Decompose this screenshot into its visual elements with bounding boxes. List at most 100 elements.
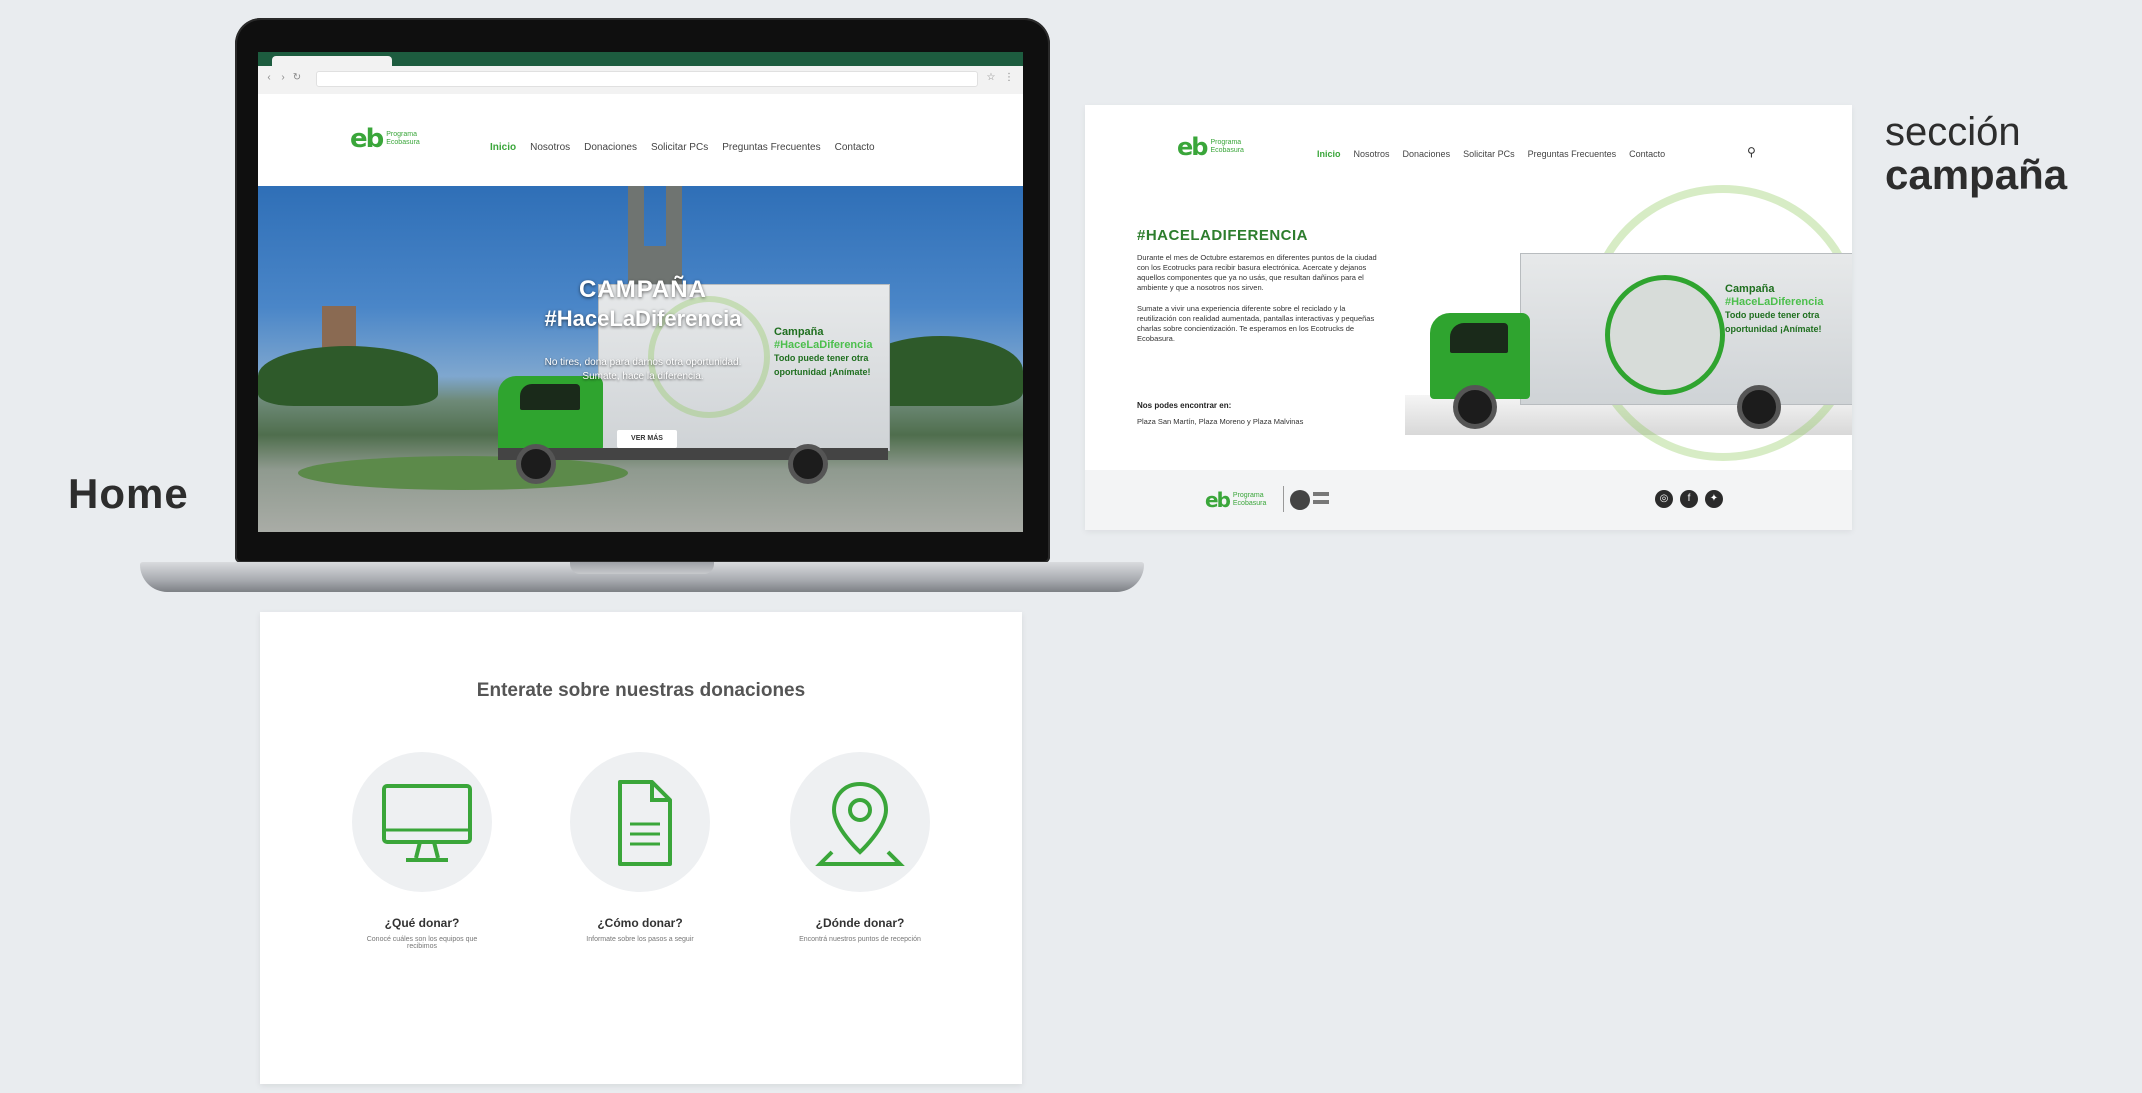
campaign-truck-rear-wheel	[1737, 385, 1781, 429]
nav-item-contacto[interactable]: Contacto	[1629, 149, 1665, 159]
donation-card-circle	[352, 752, 492, 892]
logo-text-line1: Programa	[1232, 492, 1264, 500]
partner-logo-line	[1313, 500, 1329, 504]
section-label-line2: campaña	[1885, 151, 2068, 198]
nav-item-nosotros[interactable]: Nosotros	[1354, 149, 1390, 159]
donation-card-where[interactable]: ¿Dónde donar? Encontrá nuestros puntos d…	[790, 752, 930, 943]
trees-left	[258, 346, 438, 406]
donation-card-title: ¿Cómo donar?	[597, 916, 683, 930]
home-label: Home	[68, 470, 189, 517]
footer-logo[interactable]: eb Programa Ecobasura	[1205, 488, 1266, 512]
nav-item-nosotros[interactable]: Nosotros	[530, 142, 570, 153]
campaign-truck-windshield	[1450, 323, 1508, 353]
campaign-truck-graphic	[1605, 275, 1725, 395]
logo-mark: eb	[1205, 488, 1231, 512]
campaign-truck-line3: Todo puede tener otra	[1725, 310, 1820, 321]
nav-item-donaciones[interactable]: Donaciones	[584, 142, 637, 153]
campaign-description: Durante el mes de Octubre estaremos en d…	[1137, 253, 1377, 354]
donations-section: Enterate sobre nuestras donaciones ¿Qué …	[260, 612, 1022, 1084]
hero-title-line2: #HaceLaDiferencia	[544, 306, 742, 331]
nav-item-contacto[interactable]: Contacto	[835, 142, 875, 153]
hero-title: CAMPAÑA #HaceLaDiferencia	[488, 276, 798, 332]
nav-item-donaciones[interactable]: Donaciones	[1403, 149, 1451, 159]
campaign-nav: Inicio Nosotros Donaciones Solicitar PCs…	[1317, 149, 1665, 159]
browser-tab[interactable]	[272, 56, 392, 66]
forward-icon[interactable]: ›	[278, 73, 288, 83]
hero-title-line1: CAMPAÑA	[579, 276, 707, 303]
hero-see-more-button[interactable]: VER MÁS	[617, 430, 677, 448]
nav-item-solicitar-pcs[interactable]: Solicitar PCs	[651, 142, 708, 153]
laptop-notch	[570, 562, 714, 574]
nav-item-preguntas-frecuentes[interactable]: Preguntas Frecuentes	[1528, 149, 1617, 159]
campaign-paragraph-2: Sumate a vivir una experiencia diferente…	[1137, 303, 1375, 343]
truck-rear-wheel	[788, 444, 828, 484]
nav-item-inicio[interactable]: Inicio	[490, 142, 516, 153]
logo-text: Programa Ecobasura	[1210, 139, 1243, 154]
campaign-logo[interactable]: eb Programa Ecobasura	[1177, 133, 1244, 161]
menu-icon[interactable]: ⋮	[1004, 73, 1014, 83]
grass-patch	[298, 456, 628, 490]
campaign-truck-text: Campaña #HaceLaDiferencia Todo puede ten…	[1725, 283, 1850, 336]
back-icon[interactable]: ‹	[264, 73, 274, 83]
campaign-paragraph-1: Durante el mes de Octubre estaremos en d…	[1137, 253, 1377, 293]
truck-windshield	[520, 384, 580, 410]
nav-item-inicio[interactable]: Inicio	[1317, 149, 1341, 159]
hero-subtitle-line1: No tires, dona para darnos otra oportuni…	[544, 357, 742, 368]
logo-mark: eb	[1177, 133, 1209, 161]
logo-text-line1: Programa	[1210, 139, 1242, 147]
location-pin-icon	[815, 781, 905, 866]
logo-text: Programa Ecobasura	[1233, 492, 1266, 507]
logo-text-line2: Ecobasura	[1232, 500, 1267, 507]
campaign-hashtag: #HACELADIFERENCIA	[1137, 227, 1309, 244]
campaign-footer: eb Programa Ecobasura ◎ f ✦	[1085, 470, 1852, 530]
campaign-truck-line4: oportunidad ¡Anímate!	[1725, 323, 1822, 334]
logo-mark: eb	[350, 124, 384, 154]
nav-item-preguntas-frecuentes[interactable]: Preguntas Frecuentes	[722, 142, 820, 153]
logo-text-line2: Ecobasura	[1210, 147, 1244, 154]
section-label-line1: sección	[1885, 110, 2021, 154]
logo-text-line1: Programa	[386, 131, 417, 139]
search-icon[interactable]: ⚲	[1747, 145, 1756, 159]
campaign-find-places: Plaza San Martín, Plaza Moreno y Plaza M…	[1137, 417, 1304, 426]
instagram-icon[interactable]: ◎	[1655, 490, 1673, 508]
donation-card-title: ¿Qué donar?	[384, 916, 460, 930]
reload-icon[interactable]: ↻	[292, 73, 302, 83]
partner-seal-icon	[1290, 490, 1310, 510]
campaign-header: eb Programa Ecobasura Inicio Nosotros Do…	[1085, 105, 1852, 185]
star-icon[interactable]: ☆	[986, 73, 996, 83]
donation-card-subtitle: Encontrá nuestros puntos de recepción	[799, 936, 921, 943]
donation-card-circle	[570, 752, 710, 892]
main-nav: Inicio Nosotros Donaciones Solicitar PCs…	[490, 142, 875, 153]
document-icon	[618, 780, 672, 866]
twitter-icon[interactable]: ✦	[1705, 490, 1723, 508]
facebook-icon[interactable]: f	[1680, 490, 1698, 508]
logo-text-line2: Ecobasura	[386, 139, 420, 146]
donation-card-circle	[790, 752, 930, 892]
campaign-truck-line2: #HaceLaDiferencia	[1725, 296, 1824, 309]
donation-card-subtitle: Conocé cuáles son los equipos que recibi…	[366, 936, 478, 950]
address-bar[interactable]	[316, 71, 978, 87]
campaign-page: eb Programa Ecobasura Inicio Nosotros Do…	[1085, 105, 1852, 530]
truck-text-line2: #HaceLaDiferencia	[774, 339, 873, 352]
partner-logo-line	[1313, 492, 1329, 496]
nav-item-solicitar-pcs[interactable]: Solicitar PCs	[1463, 149, 1515, 159]
laptop-screen: ‹ › ↻ ☆ ⋮ eb Programa Ecobasura Inicio N…	[258, 52, 1023, 532]
truck-front-wheel	[516, 444, 556, 484]
donation-card-subtitle: Informate sobre los pasos a seguir	[586, 936, 694, 943]
hero-subtitle: No tires, dona para darnos otra oportuni…	[478, 356, 808, 383]
truck-chassis	[498, 448, 888, 460]
donations-title: Enterate sobre nuestras donaciones	[476, 680, 806, 701]
logo-text: Programa Ecobasura	[386, 131, 419, 146]
campaign-find-title: Nos podes encontrar en:	[1137, 401, 1232, 410]
monitor-icon	[382, 784, 472, 862]
site-header: eb Programa Ecobasura Inicio Nosotros Do…	[258, 94, 1023, 186]
donation-card-what[interactable]: ¿Qué donar? Conocé cuáles son los equipo…	[352, 752, 492, 950]
donation-card-title: ¿Dónde donar?	[815, 916, 905, 930]
campaign-truck-front-wheel	[1453, 385, 1497, 429]
donation-card-how[interactable]: ¿Cómo donar? Informate sobre los pasos a…	[570, 752, 710, 943]
hero-subtitle-line2: Sumate, hace la diferencia.	[582, 370, 704, 382]
hero-banner: Campaña #HaceLaDiferencia Todo puede ten…	[258, 186, 1023, 532]
site-logo[interactable]: eb Programa Ecobasura	[350, 124, 420, 154]
footer-divider	[1283, 486, 1284, 512]
section-campaign-label: sección campaña	[1885, 112, 2067, 196]
